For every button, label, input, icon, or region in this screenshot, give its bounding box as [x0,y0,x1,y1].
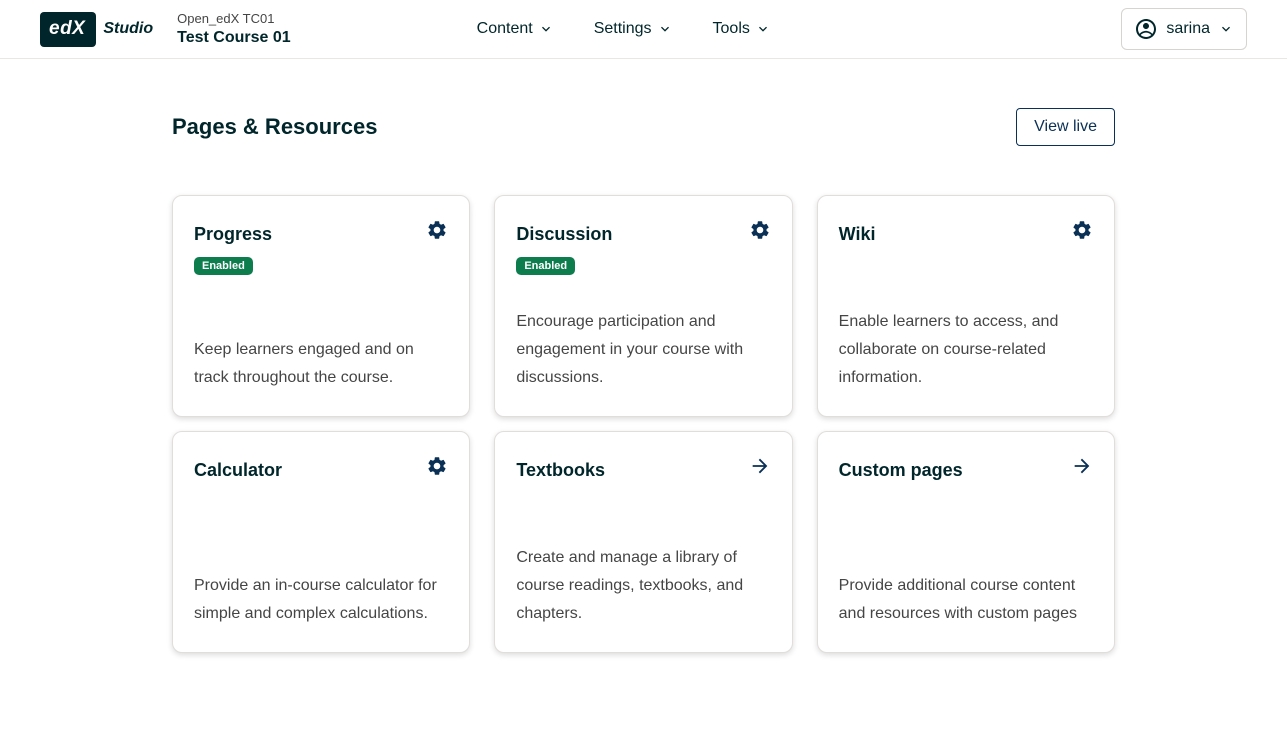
course-name: Test Course 01 [177,27,291,48]
card-title: Progress [194,219,272,245]
card-header: Wiki [839,219,1093,245]
card-title: Custom pages [839,455,963,481]
gear-icon[interactable] [749,219,771,241]
card-header: Textbooks [516,455,770,481]
card-title: Textbooks [516,455,605,481]
main-nav: Content Settings Tools [477,20,771,38]
card-header: Discussion [516,219,770,245]
chevron-down-icon [538,21,554,37]
card-description: Enable learners to access, and collabora… [839,308,1093,392]
card-custom-pages[interactable]: Custom pages Provide additional course c… [817,431,1115,653]
nav-content[interactable]: Content [477,20,554,38]
card-description: Keep learners engaged and on track throu… [194,336,448,392]
view-live-button[interactable]: View live [1016,108,1115,146]
card-wiki[interactable]: Wiki Enable learners to access, and coll… [817,195,1115,417]
gear-icon[interactable] [426,455,448,477]
chevron-down-icon [657,21,673,37]
course-org: Open_edX TC01 [177,10,291,27]
nav-settings[interactable]: Settings [594,20,673,38]
card-description: Encourage participation and engagement i… [516,308,770,392]
user-menu-button[interactable]: sarina [1121,8,1247,50]
card-calculator[interactable]: Calculator Provide an in-course calculat… [172,431,470,653]
pages-resources-page: Pages & Resources View live Progress Ena… [172,108,1115,653]
page-header: Pages & Resources View live [172,108,1115,146]
status-badge: Enabled [516,257,575,275]
user-name: sarina [1166,20,1210,38]
card-title: Calculator [194,455,282,481]
card-description: Create and manage a library of course re… [516,544,770,628]
edx-logo-mark: edX [40,12,96,47]
arrow-right-icon[interactable] [749,455,771,477]
cards-grid: Progress Enabled Keep learners engaged a… [172,195,1115,653]
card-title: Discussion [516,219,612,245]
studio-logo-text: Studio [103,20,153,38]
avatar-icon [1134,17,1158,41]
card-header: Calculator [194,455,448,481]
card-header: Progress [194,219,448,245]
card-progress[interactable]: Progress Enabled Keep learners engaged a… [172,195,470,417]
gear-icon[interactable] [426,219,448,241]
nav-settings-label: Settings [594,20,652,38]
course-info[interactable]: Open_edX TC01 Test Course 01 [177,10,291,48]
nav-content-label: Content [477,20,533,38]
card-textbooks[interactable]: Textbooks Create and manage a library of… [494,431,792,653]
card-description: Provide additional course content and re… [839,572,1093,628]
arrow-right-icon[interactable] [1071,455,1093,477]
nav-tools[interactable]: Tools [713,20,771,38]
card-title: Wiki [839,219,876,245]
gear-icon[interactable] [1071,219,1093,241]
page-title: Pages & Resources [172,114,377,140]
nav-tools-label: Tools [713,20,750,38]
chevron-down-icon [1218,21,1234,37]
chevron-down-icon [755,21,771,37]
card-header: Custom pages [839,455,1093,481]
status-badge: Enabled [194,257,253,275]
card-description: Provide an in-course calculator for simp… [194,572,448,628]
card-discussion[interactable]: Discussion Enabled Encourage participati… [494,195,792,417]
app-header: edX Studio Open_edX TC01 Test Course 01 … [0,0,1287,59]
edx-studio-logo[interactable]: edX Studio [40,12,153,47]
